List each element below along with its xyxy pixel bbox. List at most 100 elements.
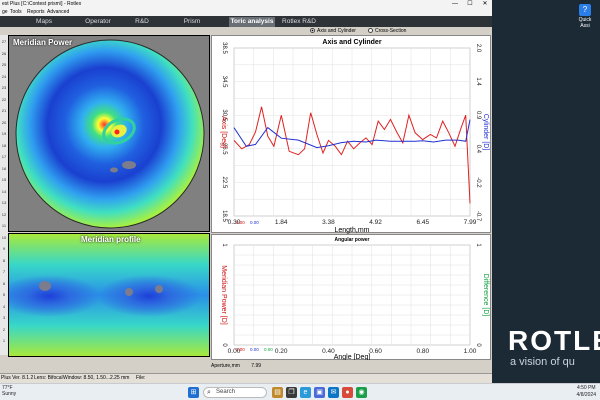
- ruler-tick-label: 24: [1, 73, 7, 79]
- store-icon[interactable]: ▣: [314, 387, 325, 398]
- maximize-button[interactable]: ☐: [463, 0, 477, 8]
- y-right-tick-label: 1: [475, 243, 481, 247]
- rotlex-app-window: est Plus [C:\Contest prism\] - Rotlex — …: [0, 0, 492, 383]
- y-right-tick-label: 2.0: [475, 44, 481, 53]
- rotlex-tagline: a vision of qu: [510, 356, 575, 368]
- weather-widget[interactable]: 77°F Sunny: [2, 385, 16, 397]
- aperture-label: Aperture,mm: [211, 363, 240, 369]
- tab-toric-analysis[interactable]: Toric analysis: [229, 17, 275, 27]
- start-icon[interactable]: ⊞: [188, 387, 199, 398]
- ruler-tick-label: 7: [2, 269, 6, 274]
- ruler-tick-label: 8: [2, 257, 6, 263]
- cross-section-radio[interactable]: Cross-Section: [368, 28, 406, 34]
- ruler-tick-label: 14: [1, 188, 7, 194]
- view-options: Axis and Cylinder Cross-Section: [0, 27, 492, 35]
- desktop-screen: est Plus [C:\Contest prism\] - Rotlex — …: [0, 0, 600, 400]
- axis-cylinder-chart: 0.30 1.84 3.38 4.92 6.45 7.9938.534.530.526.5…: [220, 39, 489, 234]
- chart-title: Axis and Cylinder: [322, 39, 381, 46]
- y-left-tick-label: 0: [221, 343, 227, 347]
- x-axis-label: Length,mm: [334, 227, 369, 234]
- tab-prism[interactable]: Prism: [180, 17, 204, 27]
- menu-tools[interactable]: Tools: [10, 8, 22, 16]
- rotlex-app-icon[interactable]: ◉: [356, 387, 367, 398]
- x-tick-label: 0.80: [416, 348, 429, 355]
- angular-power-chart-panel[interactable]: 0.00 0.20 0.40 0.60 0.80 1.00 1 0 1 0 Angular powe…: [211, 234, 491, 361]
- minimize-button[interactable]: —: [448, 0, 462, 8]
- status-bar: Plus Ver. 8.1.2 Lens: Bifocal Window: 8.…: [0, 373, 492, 383]
- ruler-tick-label: 9: [2, 246, 6, 251]
- axis-cylinder-chart-panel[interactable]: 0.30 1.84 3.38 4.92 6.45 7.99 38.5 34.5 30.5 26.5…: [211, 35, 491, 234]
- task-view-icon[interactable]: ❐: [286, 387, 297, 398]
- chrome-icon[interactable]: ●: [342, 387, 353, 398]
- ruler-tick-label: 16: [1, 165, 7, 171]
- chart-title: Angular power: [334, 237, 369, 243]
- menu-advanced[interactable]: Advanced: [47, 8, 69, 16]
- y-left-tick-label: 18.5: [221, 210, 227, 222]
- y-right-tick-label: 0.9: [475, 111, 481, 120]
- search-icon: ⌕: [207, 389, 211, 396]
- weather-desc: Sunny: [2, 391, 17, 397]
- quick-assist-shortcut[interactable]: ? Quick Assi: [576, 4, 594, 30]
- ruler-tick-label: 26: [1, 50, 7, 56]
- ruler-tick-label: 3: [2, 315, 6, 320]
- y-right-tick-label: 0: [475, 343, 481, 347]
- quick-assist-label: Quick Assi: [578, 17, 592, 29]
- meridian-profile-map[interactable]: Meridian profile: [8, 233, 210, 357]
- x-tick-label: 3.38: [322, 219, 335, 226]
- ruler-tick-label: 19: [1, 131, 7, 136]
- meridian-profile-patches: [39, 281, 163, 296]
- radio-unselected-icon: [368, 28, 373, 33]
- y-left-tick-label: 34.5: [221, 76, 227, 88]
- tab-operator[interactable]: Operator: [82, 17, 114, 27]
- footer-value: 0.00: [250, 347, 259, 352]
- ruler-tick-label: 2: [2, 326, 6, 332]
- ruler-tick-label: 20: [1, 119, 7, 125]
- title-bar[interactable]: est Plus [C:\Contest prism\] - Rotlex — …: [0, 0, 492, 8]
- axis-cylinder-label: Axis and Cylinder: [317, 28, 356, 34]
- axis-cylinder-radio[interactable]: Axis and Cylinder: [310, 28, 356, 34]
- cross-section-label: Cross-Section: [375, 28, 407, 34]
- tab-bar: Maps Operator R&D Prism Toric analysis R…: [0, 16, 492, 27]
- ruler-tick-label: 17: [1, 154, 7, 159]
- file-explorer-icon[interactable]: ▤: [272, 387, 283, 398]
- ruler-tick-label: 23: [1, 85, 7, 90]
- x-tick-label: 7.99: [464, 219, 477, 226]
- y-left-axis-label: Axis [Deg]: [220, 116, 227, 148]
- x-tick-label: 4.92: [369, 219, 382, 226]
- clock-time: 4:50 PM: [576, 385, 596, 391]
- y-left-axis-label: Meridian Power [D]: [220, 265, 227, 325]
- ruler-tick-label: 21: [1, 108, 7, 113]
- aperture-value: 7.99: [251, 363, 262, 369]
- taskbar: 77°F Sunny ⊞ ⌕ Search ▤ ❐ e ▣ ✉ ● ◉ 4:50…: [0, 383, 600, 400]
- meridian-power-map[interactable]: Meridian Power: [8, 35, 210, 232]
- search-placeholder: Search: [216, 389, 236, 395]
- system-clock[interactable]: 4:50 PM 4/8/2024: [577, 385, 596, 399]
- footer-value: 0.00: [250, 220, 259, 225]
- ruler-tick-label: 15: [1, 177, 7, 182]
- tab-rd[interactable]: R&D: [130, 17, 154, 27]
- quick-assist-icon: ?: [579, 4, 591, 16]
- tab-rotlex-rd[interactable]: Rotlex R&D: [280, 17, 318, 27]
- ruler-tick-label: 6: [2, 280, 6, 286]
- left-ruler: 27 26 25 24 23 22 21 20 19 18 17 16 15 14 13 12 11 10 9 8 7 6…: [0, 35, 8, 355]
- tab-maps[interactable]: Maps: [30, 17, 58, 27]
- ruler-tick-label: 27: [1, 39, 7, 44]
- ruler-tick-label: 11: [1, 223, 7, 228]
- x-tick-label: 1.00: [464, 348, 477, 355]
- browser-icon[interactable]: e: [300, 387, 311, 398]
- meridian-power-map-graphic: [15, 39, 205, 229]
- y-left-tick-label: 38.5: [221, 42, 227, 54]
- close-button[interactable]: ✕: [478, 0, 492, 8]
- search-input[interactable]: ⌕ Search: [203, 387, 267, 398]
- y-right-tick-label: 1.4: [475, 77, 481, 86]
- aperture-readout: Aperture,mm 7.99: [211, 363, 261, 369]
- ruler-tick-label: 25: [1, 62, 7, 67]
- menu-reports[interactable]: Reports: [27, 8, 45, 16]
- mail-icon[interactable]: ✉: [328, 387, 339, 398]
- y-right-axis-label: Difference [D]: [482, 274, 489, 317]
- ruler-tick-label: 10: [1, 234, 7, 240]
- meridian-power-title: Meridian Power: [13, 38, 73, 47]
- lens-type-text: Lens: Bifocal: [34, 375, 63, 381]
- x-tick-label: 1.84: [275, 219, 288, 226]
- menu-page[interactable]: ge: [2, 8, 8, 16]
